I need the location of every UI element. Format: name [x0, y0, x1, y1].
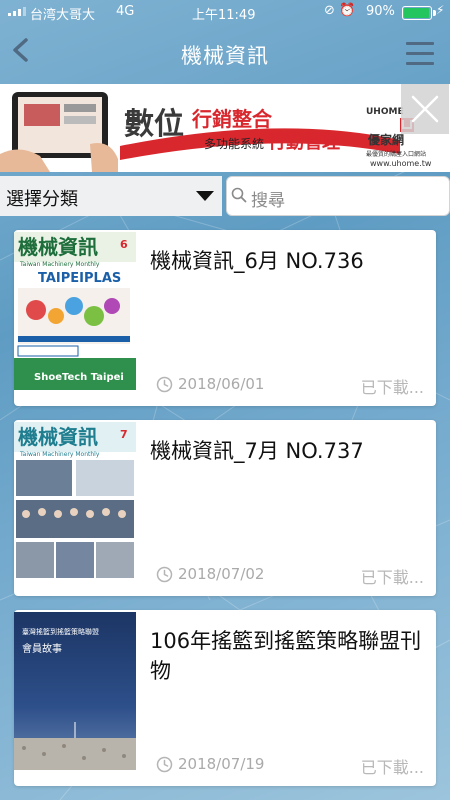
banner-brand-url: www.uhome.tw: [370, 159, 432, 168]
magazine-cover-image: 機械資訊 7 Taiwan Machinery Monthly: [14, 422, 136, 580]
cover-headline: TAIPEIPLAS: [38, 271, 121, 286]
banner-brand-cn: 優家網: [367, 132, 404, 147]
advertisement-banner[interactable]: 數位 行銷整合 多功能系統 行動管理 UHOME 優家網 最優質的購屋入口網站 …: [0, 84, 450, 172]
item-date-text: 2018/07/02: [178, 565, 265, 583]
item-title: 機械資訊_7月 NO.737: [150, 439, 364, 463]
banner-subline-red: 行動管理: [267, 131, 340, 153]
close-ad-button[interactable]: [401, 84, 449, 134]
item-date-text: 2018/06/01: [178, 375, 265, 393]
search-input[interactable]: 搜尋: [226, 176, 450, 216]
list-item[interactable]: 臺灣搖籃到搖籃策略聯盟 會員故事 106年搖籃到搖籃策略聯盟刊物 2018/07…: [14, 610, 436, 786]
dropdown-arrow-icon: [196, 191, 214, 201]
navigation-bar: 機械資訊: [0, 24, 450, 84]
carrier-name: 台湾大哥大: [30, 8, 96, 23]
filter-row: 選擇分類 搜尋: [0, 176, 450, 218]
download-status: 已下載...: [360, 378, 424, 397]
download-status: 已下載...: [360, 568, 424, 587]
cover-subtitle: 會員故事: [22, 642, 62, 655]
item-title: 機械資訊_6月 NO.736: [150, 249, 364, 273]
cover-subtitle: Taiwan Machinery Monthly: [19, 451, 100, 458]
download-status: 已下載...: [360, 758, 424, 777]
item-date-text: 2018/07/19: [178, 755, 265, 773]
item-date: 2018/07/19: [156, 755, 264, 773]
banner-brand-tagline: 最優質的購屋入口網站: [366, 150, 426, 158]
cover-subtitle: Taiwan Machinery Monthly: [19, 261, 100, 268]
category-dropdown[interactable]: 選擇分類: [0, 176, 222, 216]
cover-issue: 7: [120, 428, 128, 441]
clock-time: 上午11:49: [192, 8, 256, 23]
banner-headline: 數位: [124, 107, 184, 142]
battery-percent: 90%: [366, 4, 395, 19]
magazine-cover-image: 臺灣搖籃到搖籃策略聯盟 會員故事: [14, 612, 136, 770]
category-dropdown-label: 選擇分類: [6, 189, 78, 210]
item-date: 2018/06/01: [156, 375, 264, 393]
cover-masthead: 機械資訊: [18, 235, 98, 259]
page-title: 機械資訊: [181, 44, 269, 68]
magazine-cover-image: 機械資訊 6 Taiwan Machinery Monthly TAIPEIPL…: [14, 232, 136, 390]
list-item[interactable]: 機械資訊 6 Taiwan Machinery Monthly TAIPEIPL…: [14, 230, 436, 406]
search-placeholder: 搜尋: [251, 191, 285, 211]
cover-masthead: 機械資訊: [18, 425, 98, 449]
cover-footer: ShoeTech Taipei: [34, 372, 124, 383]
clock-icon: [156, 566, 173, 582]
close-icon: [411, 95, 439, 123]
status-bar: 台湾大哥大 4G 上午11:49 ⊘ ⏰ 90% ⚡: [0, 0, 450, 24]
banner-headline-red: 行銷整合: [191, 107, 273, 131]
signal-strength-icon: [8, 7, 26, 16]
battery-icon: [402, 6, 436, 20]
item-title: 106年搖籃到搖籃策略聯盟刊物: [150, 629, 422, 683]
item-date: 2018/07/02: [156, 565, 264, 583]
hamburger-menu-icon[interactable]: [406, 42, 434, 66]
clock-icon: [156, 756, 173, 772]
network-type: 4G: [116, 4, 135, 19]
banner-brand-latin: UHOME: [366, 107, 404, 117]
search-icon: [231, 187, 247, 203]
banner-subline: 多功能系統: [204, 137, 264, 151]
list-item[interactable]: 機械資訊 7 Taiwan Machinery Monthly 機械資訊_7月 …: [14, 420, 436, 596]
charging-icon: ⚡: [436, 3, 445, 17]
cover-masthead: 臺灣搖籃到搖籃策略聯盟: [22, 627, 99, 636]
battery-fill: [404, 8, 430, 18]
cover-issue: 6: [120, 238, 128, 251]
rotation-lock-alarm-icons: ⊘ ⏰: [324, 3, 356, 18]
clock-icon: [156, 376, 173, 392]
